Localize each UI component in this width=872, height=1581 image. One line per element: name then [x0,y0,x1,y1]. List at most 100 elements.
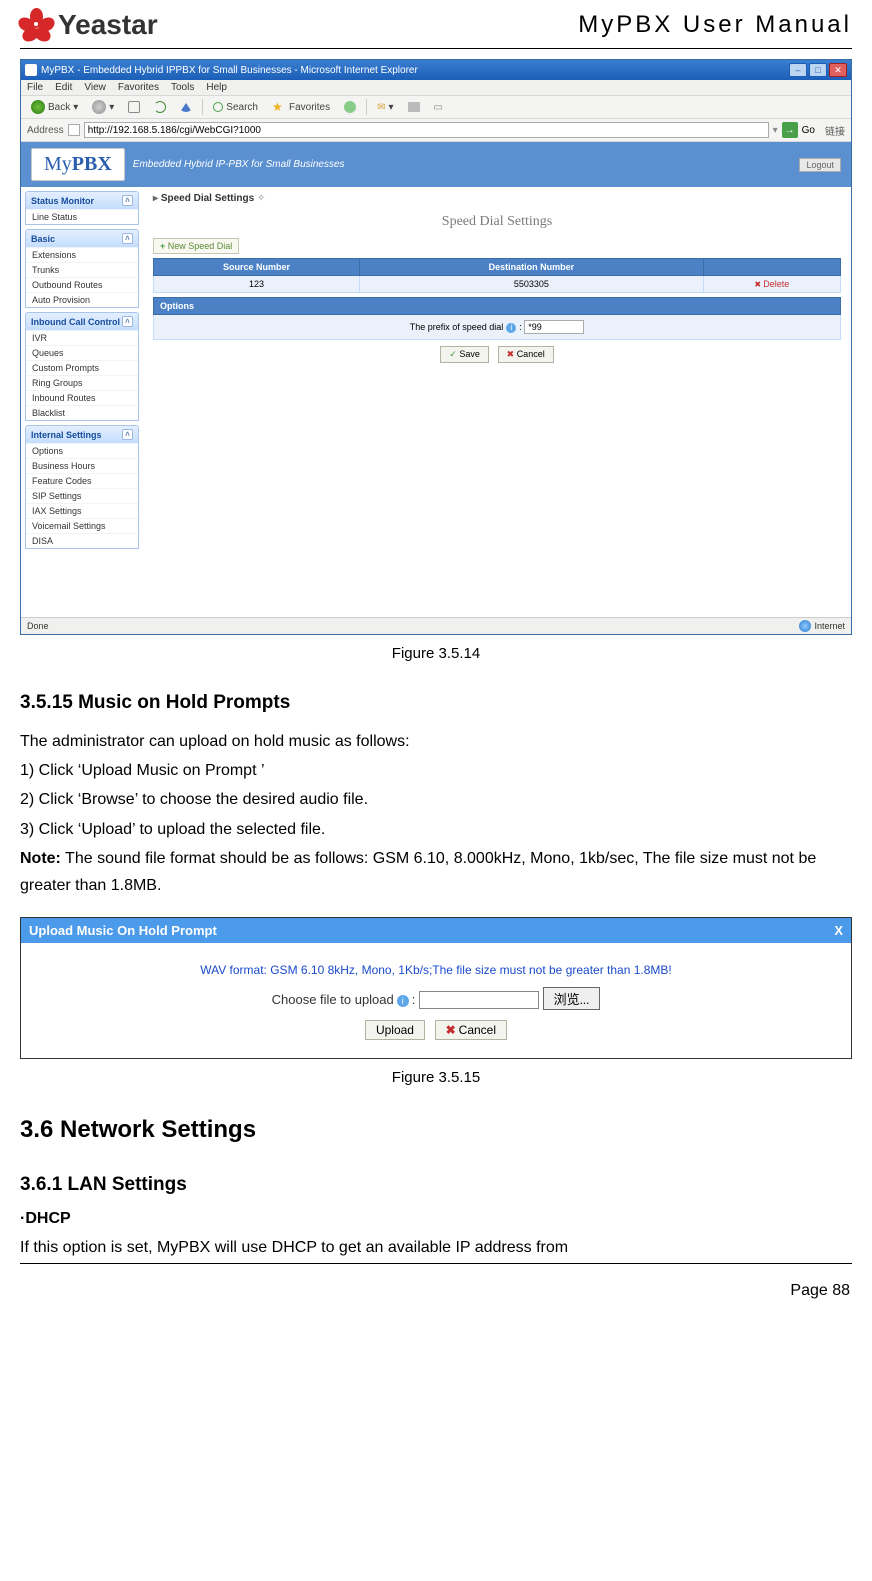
stop-button[interactable] [124,100,144,114]
dhcp-label: ·DHCP [20,1210,852,1228]
sidebar-item-sip-settings[interactable]: SIP Settings [26,488,138,503]
cancel-button[interactable]: ✖Cancel [435,1020,507,1040]
address-label: Address [27,125,64,136]
sidebar-item-disa[interactable]: DISA [26,533,138,548]
new-speed-dial-button[interactable]: New Speed Dial [153,238,239,254]
menu-file[interactable]: File [27,82,43,93]
sidebar-item-extensions[interactable]: Extensions [26,247,138,262]
sidebar-item-line-status[interactable]: Line Status [26,209,138,224]
speed-dial-table: Source Number Destination Number 123 550… [153,258,841,293]
menu-favorites[interactable]: Favorites [118,82,159,93]
step-1: 1) Click ‘Upload Music on Prompt ’ [20,757,852,784]
mail-icon: ✉ [377,102,385,113]
go-button[interactable]: → [782,122,798,138]
choose-file-label: Choose file to upload [272,992,394,1007]
panel-title: Status Monitor [31,196,94,206]
cancel-x-icon: ✖ [446,1023,456,1037]
menu-edit[interactable]: Edit [55,82,72,93]
back-button[interactable]: Back ▾ [27,99,82,115]
stop-icon [128,101,140,113]
prefix-input[interactable] [524,320,584,334]
tagline: Embedded Hybrid IP-PBX for Small Busines… [133,159,800,170]
print-button[interactable] [404,101,424,113]
prefix-label: The prefix of speed dial [410,322,504,332]
menu-view[interactable]: View [84,82,106,93]
media-button[interactable] [340,100,360,114]
sidebar-item-feature-codes[interactable]: Feature Codes [26,473,138,488]
document-title: MyPBX User Manual [578,11,852,39]
sidebar-item-auto-provision[interactable]: Auto Provision [26,292,138,307]
section-heading-3-5-15: 3.5.15 Music on Hold Prompts [20,692,852,714]
collapse-icon[interactable]: ˄ [122,233,133,244]
upload-button[interactable]: Upload [365,1020,425,1040]
options-row: The prefix of speed diali: [153,315,841,340]
print-icon [408,102,420,112]
mypbx-logo: MyPBX [31,148,125,181]
sidebar-item-voicemail-settings[interactable]: Voicemail Settings [26,518,138,533]
intro-paragraph: The administrator can upload on hold mus… [20,728,852,755]
refresh-button[interactable] [150,100,170,114]
sidebar-item-outbound-routes[interactable]: Outbound Routes [26,277,138,292]
dialog-titlebar: Upload Music On Hold Prompt X [21,918,851,943]
sidebar-item-business-hours[interactable]: Business Hours [26,458,138,473]
sidebar-item-options[interactable]: Options [26,443,138,458]
sidebar-item-iax-settings[interactable]: IAX Settings [26,503,138,518]
address-input[interactable] [84,122,769,138]
sidebar: Status Monitor˄ Line Status Basic˄ Exten… [21,187,143,617]
info-icon[interactable]: i [397,995,409,1007]
sidebar-item-queues[interactable]: Queues [26,345,138,360]
minimize-button[interactable]: – [789,63,807,77]
ie-menubar: File Edit View Favorites Tools Help [21,80,851,96]
page-icon [68,124,80,136]
sidebar-item-inbound-routes[interactable]: Inbound Routes [26,390,138,405]
sidebar-item-ivr[interactable]: IVR [26,330,138,345]
mail-button[interactable]: ✉▾ [373,101,397,114]
ie-address-bar: Address ▾ → Go 链接 [21,119,851,142]
maximize-button[interactable]: □ [809,63,827,77]
sidebar-item-blacklist[interactable]: Blacklist [26,405,138,420]
status-right: Internet [814,621,845,631]
links-label[interactable]: 链接 [825,123,845,138]
close-button[interactable]: ✕ [829,63,847,77]
panel-internal: Internal Settings ˄ Options Business Hour… [25,425,139,549]
col-destination-number: Destination Number [360,259,704,276]
menu-tools[interactable]: Tools [171,82,194,93]
info-icon[interactable]: i [506,323,516,333]
search-button[interactable]: Search [209,101,262,114]
browse-button[interactable]: 浏览... [543,987,601,1010]
forward-button[interactable]: ▾ [88,99,118,115]
save-button[interactable]: Save [440,346,489,363]
home-button[interactable] [176,102,196,113]
edit-button[interactable]: ▭ [430,101,447,114]
mypbx-main: ▸ Speed Dial Settings ✧ Speed Dial Setti… [143,187,851,617]
dialog-close-button[interactable]: X [834,923,843,938]
sidebar-item-trunks[interactable]: Trunks [26,262,138,277]
panel-title: Internal Settings [31,430,102,440]
panel-status-monitor: Status Monitor ˄ Line Status [25,191,139,225]
sidebar-item-ring-groups[interactable]: Ring Groups [26,375,138,390]
home-icon [180,103,192,112]
collapse-icon[interactable]: ˄ [122,195,133,206]
sidebar-item-custom-prompts[interactable]: Custom Prompts [26,360,138,375]
logout-button[interactable]: Logout [799,158,841,172]
favorites-button[interactable]: ★Favorites [268,99,334,115]
dialog-title-text: Upload Music On Hold Prompt [29,923,217,938]
page-title: Speed Dial Settings [153,214,841,230]
ie-title-text: MyPBX - Embedded Hybrid IPPBX for Small … [41,65,789,76]
cancel-button[interactable]: Cancel [498,346,554,363]
media-icon [344,101,356,113]
menu-help[interactable]: Help [206,82,227,93]
logo: Yeastar [20,8,158,42]
page-number: Page 88 [0,1274,872,1320]
delete-button[interactable]: Delete [754,279,789,289]
collapse-icon[interactable]: ˄ [122,429,133,440]
file-path-input[interactable] [419,991,539,1009]
collapse-icon[interactable]: ˄ [122,316,133,327]
cell-source: 123 [154,276,360,293]
edit-icon: ▭ [434,102,443,113]
figure-caption-1: Figure 3.5.14 [20,645,852,662]
step-2: 2) Click ‘Browse’ to choose the desired … [20,786,852,813]
logo-text: Yeastar [58,9,158,41]
table-row: 123 5503305 Delete [154,276,841,293]
step-3: 3) Click ‘Upload’ to upload the selected… [20,816,852,843]
